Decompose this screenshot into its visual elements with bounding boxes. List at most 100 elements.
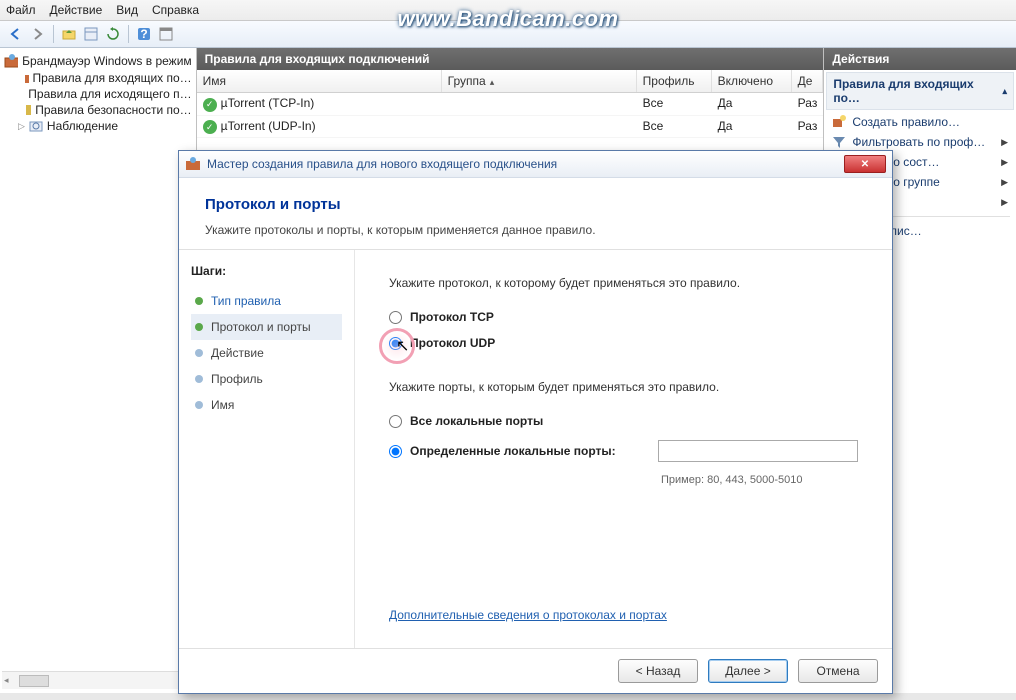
step-profile[interactable]: Профиль xyxy=(191,366,342,392)
radio-tcp-row[interactable]: Протокол TCP xyxy=(389,310,858,324)
chevron-right-icon: ▶ xyxy=(1001,197,1008,208)
tree-root[interactable]: Брандмауэр Windows в режим xyxy=(2,52,194,70)
step-label: Имя xyxy=(211,398,234,412)
filter-icon xyxy=(832,135,846,149)
window-icon[interactable] xyxy=(156,24,176,44)
radio-specific-ports-row[interactable]: Определенные локальные порты: xyxy=(389,440,858,462)
radio-specific-ports[interactable] xyxy=(389,445,402,458)
ports-example: Пример: 80, 443, 5000-5010 xyxy=(661,474,858,486)
security-icon xyxy=(24,103,31,117)
tree-security[interactable]: Правила безопасности по… xyxy=(2,102,194,118)
tree-outbound[interactable]: Правила для исходящего п… xyxy=(2,86,194,102)
wizard-header: Протокол и порты Укажите протоколы и пор… xyxy=(179,178,892,250)
action-create-rule[interactable]: Создать правило… xyxy=(824,112,1016,132)
help-icon[interactable]: ? xyxy=(134,24,154,44)
step-type[interactable]: Тип правила xyxy=(191,288,342,314)
rule-group xyxy=(442,116,637,138)
cancel-button[interactable]: Отмена xyxy=(798,659,878,683)
col-name[interactable]: Имя xyxy=(197,70,442,92)
action-filter-profile[interactable]: Фильтровать по проф… ▶ xyxy=(824,132,1016,152)
tree-outbound-label: Правила для исходящего п… xyxy=(28,87,191,101)
tree-inbound-label: Правила для входящих по… xyxy=(33,71,192,85)
forward-icon[interactable] xyxy=(28,24,48,44)
table-row[interactable]: ✓µTorrent (TCP-In) Все Да Раз xyxy=(197,93,824,116)
col-action[interactable]: Де xyxy=(792,70,824,92)
chevron-right-icon: ▶ xyxy=(1001,137,1008,148)
action-label: Создать правило… xyxy=(852,115,960,129)
radio-all-ports[interactable] xyxy=(389,415,402,428)
rule-name: µTorrent (TCP-In) xyxy=(221,96,315,110)
back-button[interactable]: < Назад xyxy=(618,659,698,683)
chevron-right-icon: ▶ xyxy=(1001,177,1008,188)
radio-specific-ports-label: Определенные локальные порты: xyxy=(410,444,650,458)
back-icon[interactable] xyxy=(6,24,26,44)
col-group[interactable]: Группа xyxy=(442,70,637,92)
steps-panel: Шаги: Тип правила Протокол и порты Дейст… xyxy=(179,250,355,648)
radio-all-ports-row[interactable]: Все локальные порты xyxy=(389,414,858,428)
step-label: Действие xyxy=(211,346,264,360)
monitoring-icon xyxy=(29,119,43,133)
step-protocol[interactable]: Протокол и порты xyxy=(191,314,342,340)
tree-inbound[interactable]: Правила для входящих по… xyxy=(2,70,194,86)
wizard-subheading: Укажите протоколы и порты, к которым при… xyxy=(205,223,866,237)
radio-udp-row[interactable]: Протокол UDP xyxy=(389,336,858,350)
tree-monitoring[interactable]: ▷ Наблюдение xyxy=(2,118,194,134)
learn-more-link[interactable]: Дополнительные сведения о протоколах и п… xyxy=(389,608,858,622)
table-header: Имя Группа Профиль Включено Де xyxy=(197,70,824,93)
up-folder-icon[interactable] xyxy=(59,24,79,44)
menu-help[interactable]: Справка xyxy=(152,3,199,17)
rules-title: Правила для входящих подключений xyxy=(197,48,824,70)
rule-name: µTorrent (UDP-In) xyxy=(221,119,316,133)
actions-section[interactable]: Правила для входящих по… ▴ xyxy=(826,72,1014,110)
wizard-title: Мастер создания правила для нового входя… xyxy=(207,157,838,171)
firewall-icon xyxy=(185,156,201,172)
radio-tcp-label: Протокол TCP xyxy=(410,310,494,324)
watermark: www.Bandicam.com xyxy=(397,6,618,32)
radio-all-ports-label: Все локальные порты xyxy=(410,414,543,428)
next-button[interactable]: Далее > xyxy=(708,659,788,683)
radio-tcp[interactable] xyxy=(389,311,402,324)
collapse-icon[interactable]: ▴ xyxy=(1002,86,1007,97)
step-label: Протокол и порты xyxy=(211,320,311,334)
svg-text:?: ? xyxy=(140,27,147,41)
radio-udp-label: Протокол UDP xyxy=(410,336,495,350)
close-button[interactable]: ✕ xyxy=(844,155,886,173)
col-profile[interactable]: Профиль xyxy=(637,70,712,92)
ports-input[interactable] xyxy=(658,440,858,462)
radio-udp[interactable] xyxy=(389,337,402,350)
wizard-titlebar[interactable]: Мастер создания правила для нового входя… xyxy=(179,151,892,178)
table-row[interactable]: ✓µTorrent (UDP-In) Все Да Раз xyxy=(197,116,824,139)
rule-profile: Все xyxy=(637,93,712,115)
wizard-footer: < Назад Далее > Отмена xyxy=(179,648,892,693)
actions-section-label: Правила для входящих по… xyxy=(833,77,1002,105)
tree-hscroll[interactable]: ◂ xyxy=(2,671,194,689)
rule-profile: Все xyxy=(637,116,712,138)
action-label: Фильтровать по проф… xyxy=(852,135,985,149)
wizard-dialog: Мастер создания правила для нового входя… xyxy=(178,150,893,694)
wizard-content: Укажите протокол, к которому будет приме… xyxy=(355,250,892,648)
protocol-prompt: Укажите протокол, к которому будет приме… xyxy=(389,276,858,290)
tree-root-label: Брандмауэр Windows в режим xyxy=(22,54,192,68)
wizard-heading: Протокол и порты xyxy=(205,196,866,213)
chevron-right-icon: ▶ xyxy=(1001,157,1008,168)
ports-prompt: Укажите порты, к которым будет применять… xyxy=(389,380,858,394)
properties-icon[interactable] xyxy=(81,24,101,44)
step-action[interactable]: Действие xyxy=(191,340,342,366)
refresh-icon[interactable] xyxy=(103,24,123,44)
expand-icon[interactable]: ▷ xyxy=(18,121,25,132)
tree-monitoring-label: Наблюдение xyxy=(47,119,118,133)
step-label: Профиль xyxy=(211,372,263,386)
steps-label: Шаги: xyxy=(191,264,342,278)
tree-panel: Брандмауэр Windows в режим Правила для в… xyxy=(0,48,197,693)
menu-view[interactable]: Вид xyxy=(116,3,138,17)
firewall-icon xyxy=(4,53,18,69)
menu-file[interactable]: Файл xyxy=(6,3,36,17)
tree-security-label: Правила безопасности по… xyxy=(35,103,191,117)
menu-action[interactable]: Действие xyxy=(50,3,103,17)
check-icon: ✓ xyxy=(203,98,217,112)
actions-header: Действия xyxy=(824,48,1016,70)
step-name[interactable]: Имя xyxy=(191,392,342,418)
step-link[interactable]: Тип правила xyxy=(211,294,281,308)
col-enabled[interactable]: Включено xyxy=(712,70,792,92)
rule-enabled: Да xyxy=(712,93,792,115)
